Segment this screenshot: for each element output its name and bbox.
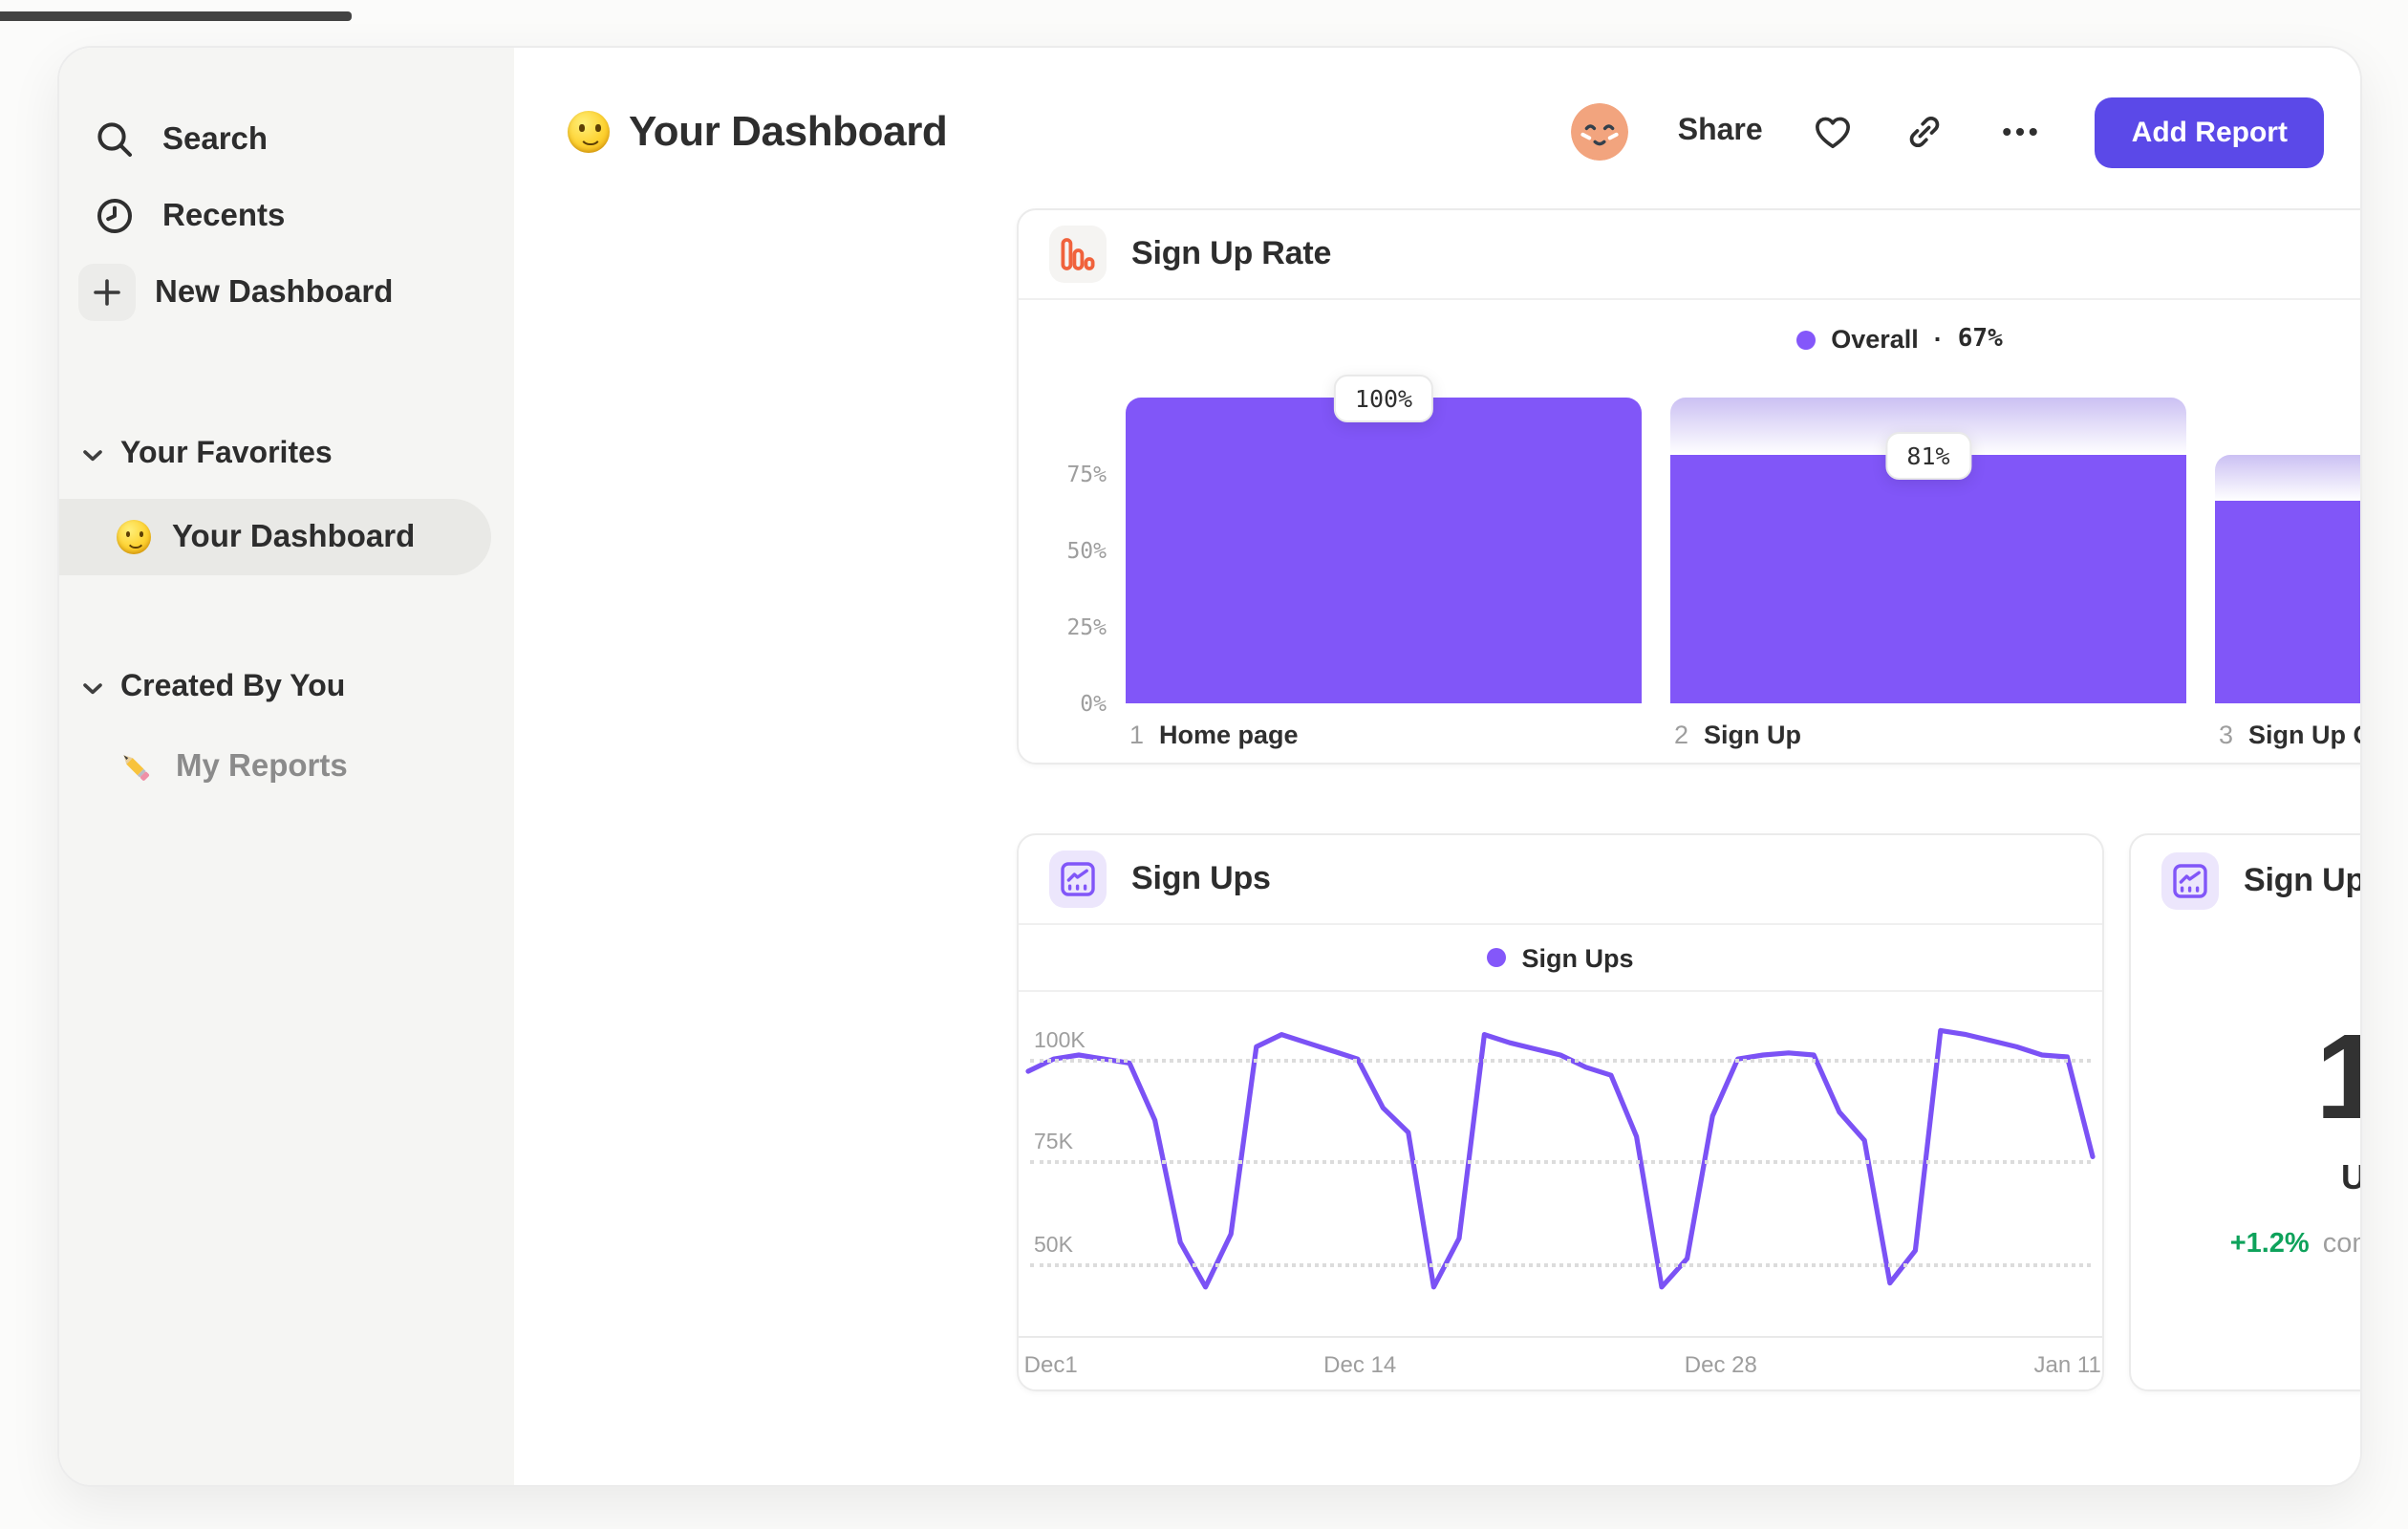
sidebar-item-label: New Dashboard: [155, 274, 394, 309]
copy-link-icon[interactable]: [1904, 111, 1946, 153]
card-header: Sign Ups Today: [2131, 835, 2360, 925]
smiley-emoji: [117, 520, 151, 554]
funnel-bar[interactable]: [2215, 501, 2360, 703]
x-tick-label: Dec 28: [1684, 1351, 1757, 1378]
sidebar-item-label: My Reports: [176, 748, 348, 783]
y-tick-label: 75%: [1066, 461, 1107, 487]
sidebar-item-label: Your Dashboard: [172, 519, 416, 553]
main-content: Your Dashboard Share Add Report Sign Up …: [514, 48, 2360, 1485]
funnel-legend: Overall · 67%: [1019, 325, 2360, 354]
screen: Search Recents New Dashboard Your Favori…: [0, 0, 2408, 1529]
funnel-y-axis: 75% 50% 25% 0%: [1045, 398, 1126, 717]
x-tick-label: Jan 11: [2033, 1351, 2101, 1378]
plus-icon: [78, 264, 136, 321]
legend-value: 67%: [1957, 325, 2003, 354]
today-metric: 100K Unique Users +1.2% compared to prev…: [2131, 925, 2360, 1389]
sidebar-item-new-dashboard[interactable]: New Dashboard: [59, 254, 514, 331]
sidebar-section-created-by-you[interactable]: Created By You: [59, 656, 514, 721]
funnel-bars: 100% 1Home page 81% 2Sign Up 82%3Sign Up Con…: [1126, 375, 2360, 749]
funnel-step[interactable]: 82%3Sign Up Confirmation: [2215, 398, 2360, 749]
funnel-plot: 75% 50% 25% 0% 100% 1Home page 81% 2Sign Up 82%…: [1045, 375, 2360, 749]
line-legend-row: Sign Ups: [1019, 925, 2102, 992]
card-header: Sign Up Rate: [1019, 210, 2360, 300]
chevron-down-icon: [83, 682, 102, 694]
pencil-emoji: [123, 755, 150, 781]
metric-delta-caption: compared to previous period: [2322, 1229, 2360, 1260]
sidebar-item-label: Search: [162, 121, 269, 156]
funnel-bar[interactable]: [1126, 398, 1642, 703]
gridline: [1030, 1160, 2091, 1165]
sidebar-item-label: Recents: [162, 198, 286, 232]
x-tick-label: Dec 14: [1323, 1351, 1397, 1378]
gridline: [1030, 1262, 2091, 1267]
metric-delta: +1.2%: [2229, 1229, 2310, 1260]
bar-chart-icon: [1049, 226, 1107, 283]
funnel-category-label: 1 Home page: [1129, 721, 1299, 749]
user-avatar[interactable]: [1570, 103, 1628, 161]
funnel-category-label: 3Sign Up Confirmation: [2219, 721, 2360, 749]
chevron-down-icon: [83, 449, 102, 461]
signups-line-series: [1025, 1027, 2096, 1290]
legend-separator: ·: [1933, 325, 1943, 354]
sidebar-section-your-favorites[interactable]: Your Favorites: [59, 422, 514, 487]
section-label: Created By You: [120, 671, 346, 703]
funnel-value-label: 100%: [1333, 375, 1434, 422]
card-title: Sign Ups Today: [2244, 861, 2360, 897]
sidebar-item-my-reports[interactable]: My Reports: [59, 728, 514, 805]
sign-ups-today-card: Sign Ups Today 100K Unique Users +1.2% c…: [2129, 833, 2360, 1391]
smiley-emoji: [568, 111, 610, 153]
legend-series: Sign Ups: [1521, 943, 1634, 972]
funnel-step[interactable]: 100% 1 Home page: [1126, 375, 1642, 749]
y-tick-label: 75K: [1034, 1131, 1073, 1155]
line-plot[interactable]: 100K 75K 50K: [1019, 994, 2102, 1336]
legend-dot: [1796, 330, 1817, 349]
metric-label: Unique Users: [2341, 1158, 2360, 1198]
card-title: Sign Ups: [1131, 860, 1271, 896]
y-tick-label: 0%: [1080, 690, 1107, 717]
card-title: Sign Up Rate: [1131, 235, 1332, 271]
funnel-bar[interactable]: [1670, 455, 2186, 703]
page-title: Your Dashboard: [629, 107, 948, 155]
y-tick-label: 50%: [1066, 537, 1107, 564]
sidebar-item-recents[interactable]: Recents: [59, 178, 514, 254]
funnel-step[interactable]: 81% 2 Sign Up: [1670, 398, 2186, 749]
sign-ups-card: Sign Ups Sign Ups 100K 75K 50K Dec1 Dec 14 D…: [1017, 833, 2104, 1391]
add-report-button[interactable]: Add Report: [2095, 97, 2324, 167]
card-header: Sign Ups: [1019, 835, 2102, 925]
y-tick-label: 50K: [1034, 1234, 1073, 1258]
favorite-heart-icon[interactable]: [1813, 111, 1855, 153]
share-button[interactable]: Share: [1678, 115, 1763, 149]
sidebar-item-your-dashboard-active[interactable]: Your Dashboard: [59, 499, 491, 575]
clock-icon: [97, 199, 132, 233]
y-tick-label: 25%: [1066, 614, 1107, 640]
funnel-value-label: 81%: [1885, 432, 1971, 481]
funnel-category-label: 2 Sign Up: [1674, 721, 1802, 749]
sidebar: Search Recents New Dashboard Your Favori…: [59, 48, 514, 1485]
page-header: Your Dashboard Share Add Report: [514, 90, 2324, 174]
screen-artifact-strip: [0, 11, 352, 21]
sidebar-item-search[interactable]: Search: [59, 101, 514, 178]
sign-up-rate-card: Sign Up Rate Overall · 67% 75% 50% 25% 0% 1…: [1017, 208, 2360, 764]
gridline: [1030, 1059, 2091, 1064]
legend-dot: [1487, 948, 1507, 967]
search-icon: [97, 122, 132, 157]
y-tick-label: 100K: [1034, 1030, 1086, 1054]
line-chart-icon: [2161, 851, 2219, 909]
app-window: Search Recents New Dashboard Your Favori…: [57, 46, 2362, 1487]
funnel-ghost: [2215, 455, 2360, 502]
metric-value: 100K: [2315, 1009, 2360, 1147]
line-x-axis: Dec1 Dec 14 Dec 28 Jan 11: [1019, 1336, 2102, 1389]
section-label: Your Favorites: [120, 438, 333, 470]
x-tick-label: Dec1: [1023, 1351, 1078, 1378]
legend-series: Overall: [1831, 325, 1919, 354]
line-chart-icon: [1049, 851, 1107, 908]
more-options-icon[interactable]: [1996, 111, 2046, 153]
